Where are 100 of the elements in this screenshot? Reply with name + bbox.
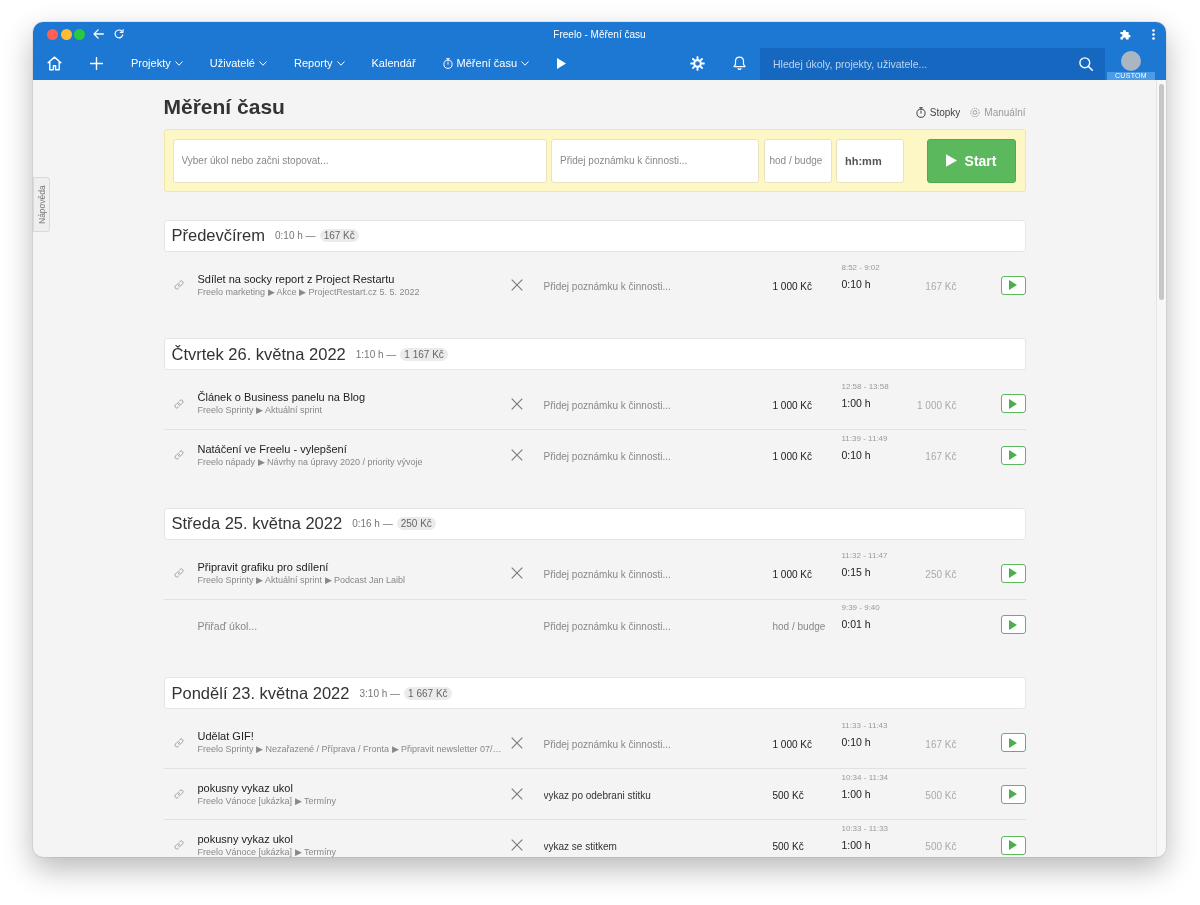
note-field[interactable]: Přidej poznámku k činnosti... (543, 399, 773, 411)
nav-menu-item[interactable]: Reporty (294, 57, 345, 69)
zoom-window-button[interactable] (74, 28, 85, 40)
rate-field[interactable]: 1 000 Kč (772, 399, 842, 411)
task-title: Sdílet na socky report z Project Restartu (197, 272, 396, 286)
play-button[interactable] (1000, 615, 1026, 634)
link-icon[interactable] (173, 568, 184, 578)
link-icon[interactable] (173, 450, 184, 460)
entry-cost: 500 Kč (925, 790, 957, 801)
help-tab[interactable]: Nápověda (33, 177, 50, 232)
close-icon[interactable] (510, 736, 523, 749)
day-duration: 0:16 h — (352, 518, 393, 529)
play-button[interactable] (1000, 563, 1026, 583)
task-field[interactable]: Vyber úkol nebo začni stopovat... (172, 138, 547, 183)
nav-menu-item[interactable]: Uživatelé (209, 57, 267, 69)
home-icon[interactable] (46, 55, 62, 71)
rate-field[interactable]: 500 Kč (772, 841, 842, 852)
rate-field[interactable]: 1 000 Kč (772, 738, 842, 750)
close-window-button[interactable] (47, 28, 58, 40)
play-icon[interactable] (557, 57, 567, 69)
note-field[interactable]: Přidej poznámku k činnosti... (543, 738, 773, 750)
time-range: 10:33 - 11:33 (841, 823, 890, 833)
link-icon[interactable] (173, 789, 184, 799)
play-button[interactable] (1000, 275, 1026, 295)
day-duration: 1:10 h — (355, 348, 397, 360)
entry-cost: 167 Kč (925, 738, 957, 750)
link-icon[interactable] (173, 280, 184, 290)
task-title: Natáčení ve Freelu - vylepšení (197, 442, 348, 456)
rate-field[interactable]: hod / budge (772, 620, 842, 632)
close-icon[interactable] (510, 567, 523, 579)
window-title: Freelo - Měření času (553, 28, 646, 40)
avatar[interactable] (1121, 51, 1141, 71)
scrollbar-thumb[interactable] (1159, 84, 1164, 300)
nav-menu-item[interactable]: Měření času (442, 57, 530, 69)
play-button[interactable] (1000, 445, 1026, 465)
task-path: Freelo Vánoce [ukázka] ▶ Termíny (197, 795, 337, 807)
entry-cost: 1 000 Kč (917, 399, 957, 411)
nav-menu-item[interactable]: Kalendář (371, 57, 416, 69)
time-field[interactable]: hh:mm (836, 138, 904, 183)
time-range: 11:32 - 11:47 (841, 551, 889, 560)
search-field[interactable]: Hledej úkoly, projekty, uživatele... (760, 48, 1105, 80)
play-icon (1009, 450, 1017, 460)
reload-icon[interactable] (114, 29, 124, 39)
rate-field[interactable]: hod / budge (763, 138, 832, 183)
link-icon[interactable] (173, 398, 184, 409)
play-button[interactable] (1000, 835, 1026, 855)
time-range: 11:33 - 11:43 (841, 720, 889, 730)
close-icon[interactable] (510, 397, 523, 410)
entry-duration: 0:10 h (841, 734, 872, 749)
rate-field[interactable]: 1 000 Kč (772, 569, 842, 580)
close-icon[interactable] (510, 788, 523, 800)
close-icon[interactable] (510, 449, 523, 461)
day-duration: 3:10 h — (359, 687, 401, 699)
note-field[interactable]: Přidej poznámku k činnosti... (543, 451, 773, 462)
minimize-window-button[interactable] (60, 28, 72, 40)
entry-duration: 0:15 h (841, 565, 872, 579)
entry-cost: 167 Kč (925, 281, 957, 292)
nav-menu-item[interactable]: Projekty (131, 57, 183, 69)
play-button[interactable] (1000, 394, 1026, 413)
rate-field[interactable]: 1 000 Kč (772, 281, 842, 292)
note-field[interactable]: Přidej poznámku k činnosti... (543, 281, 773, 292)
rate-field[interactable]: 500 Kč (772, 790, 842, 801)
more-icon[interactable] (1152, 28, 1155, 40)
gear-icon[interactable] (690, 55, 705, 71)
task-field[interactable]: Přiřaď úkol... (197, 619, 398, 632)
note-field[interactable]: Přidej poznámku k činnosti... (543, 569, 773, 580)
entry-duration: 0:01 h (841, 617, 872, 631)
link-icon[interactable] (173, 737, 184, 748)
stopwatch-icon (915, 107, 926, 118)
task-path: Freelo Sprinty ▶ Aktuální sprint ▶ Podcast Jan Laibl (197, 574, 407, 586)
mode-tab[interactable]: Stopky (915, 107, 961, 118)
day-duration: 0:10 h — (275, 230, 316, 241)
chevron-down-icon (174, 60, 183, 66)
day-title: Předevčírem (171, 226, 266, 245)
time-range: 9:39 - 9:40 (841, 603, 881, 612)
page-title: Měření času (163, 94, 285, 120)
gear-icon (970, 107, 981, 118)
day-total: 1 667 Kč (404, 686, 452, 700)
back-icon[interactable] (93, 29, 104, 39)
search-icon[interactable] (1079, 57, 1093, 71)
play-icon (1009, 619, 1017, 630)
close-icon[interactable] (510, 279, 523, 291)
puzzle-icon[interactable] (1120, 28, 1131, 40)
task-title: Připravit grafiku pro sdílení (197, 560, 330, 574)
link-icon[interactable] (173, 840, 184, 850)
note-field[interactable]: Přidej poznámku k činnosti... (543, 620, 773, 632)
note-field[interactable]: vykaz po odebrani stitku (543, 790, 773, 801)
entry-duration: 0:10 h (841, 277, 872, 291)
task-path: Freelo marketing ▶ Akce ▶ ProjectRestart.cz 5. 5. 2022 (197, 286, 421, 298)
bell-icon[interactable] (733, 56, 746, 70)
plus-icon[interactable] (89, 56, 103, 70)
play-button[interactable] (1000, 733, 1026, 752)
close-icon[interactable] (510, 839, 523, 851)
play-button[interactable] (1000, 784, 1026, 804)
note-field[interactable]: vykaz se stitkem (543, 841, 773, 852)
rate-field[interactable]: 1 000 Kč (772, 451, 842, 462)
note-field[interactable]: Přidej poznámku k činnosti... (551, 138, 759, 183)
entry-duration: 1:00 h (841, 837, 872, 852)
chevron-down-icon (259, 60, 267, 66)
time-range: 8:52 - 9:02 (841, 263, 881, 272)
